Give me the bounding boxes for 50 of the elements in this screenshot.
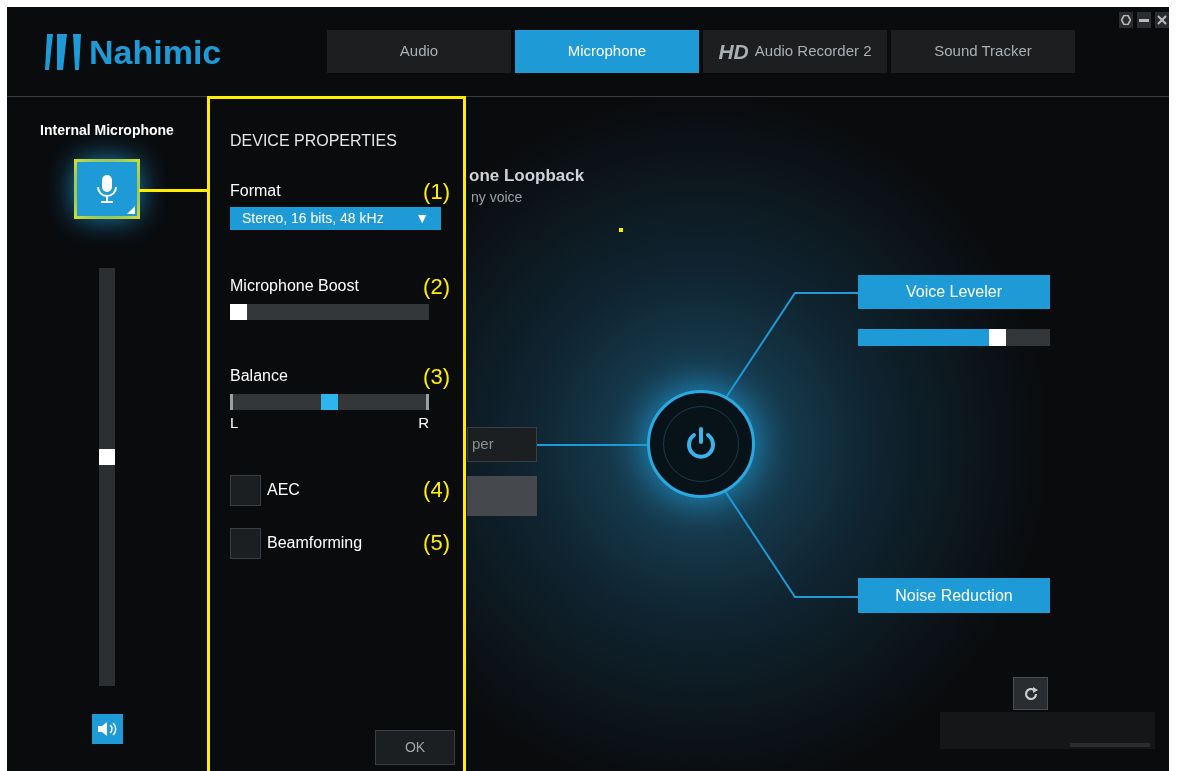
noise-reduction-button[interactable]: Noise Reduction [858, 578, 1050, 613]
annotation-number: (1) [423, 181, 450, 203]
tab[interactable]: Microphone [515, 30, 699, 73]
partial-button[interactable]: per [467, 427, 537, 462]
minimize-icon [1139, 18, 1149, 22]
refresh-icon [1022, 685, 1039, 702]
speaker-icon [97, 722, 117, 736]
checkbox-label: AEC [267, 480, 300, 500]
tab[interactable]: Audio [327, 30, 511, 73]
loopback-title: one Loopback [469, 165, 585, 187]
speaker-button[interactable] [91, 714, 123, 744]
panel-title: DEVICE PROPERTIES [230, 131, 398, 151]
refresh-button[interactable] [1013, 677, 1048, 710]
logo-icon [45, 31, 81, 72]
boost-slider[interactable] [230, 304, 429, 320]
tab[interactable]: Sound Tracker [891, 30, 1075, 73]
checkbox-label: Beamforming [267, 533, 363, 553]
checkbox[interactable] [230, 474, 261, 506]
slider-thumb[interactable] [230, 304, 247, 320]
volume-slider[interactable] [99, 268, 115, 686]
minimize-button[interactable] [1137, 12, 1151, 28]
microphone-icon [96, 174, 118, 204]
annotation-number: (4) [423, 479, 450, 501]
format-dropdown[interactable]: Stereo, 16 bits, 48 kHz ▼ [230, 207, 441, 230]
tab[interactable]: HD Audio Recorder 2 [703, 30, 887, 73]
voice-leveler-button[interactable]: Voice Leveler [858, 275, 1050, 309]
balance-slider[interactable] [230, 394, 429, 410]
checkbox[interactable] [230, 527, 261, 559]
settings-icon [1121, 15, 1131, 25]
format-label: Format [230, 181, 281, 201]
slider-thumb[interactable] [99, 448, 115, 465]
loopback-subtitle: ny voice [471, 188, 523, 207]
right-label: R [418, 413, 429, 433]
ok-button[interactable]: OK [375, 730, 455, 765]
device-name: Internal Microphone [40, 121, 174, 140]
balance-label: Balance [230, 366, 288, 386]
annotation-number: (3) [423, 366, 450, 388]
left-label: L [230, 413, 239, 433]
boost-label: Microphone Boost [230, 276, 359, 296]
logo-text: Nahimic [89, 34, 222, 69]
close-icon [1157, 15, 1167, 25]
microphone-button[interactable] [77, 162, 137, 216]
corner-mark-icon [127, 206, 135, 214]
annotation-number: (5) [423, 532, 450, 554]
close-button[interactable] [1155, 12, 1169, 28]
leveler-slider[interactable] [858, 329, 1050, 346]
annotation-number: (2) [423, 276, 450, 298]
dropdown-arrow: ▼ [415, 209, 429, 228]
slider-thumb[interactable] [321, 394, 338, 410]
settings-button[interactable] [1119, 12, 1133, 28]
